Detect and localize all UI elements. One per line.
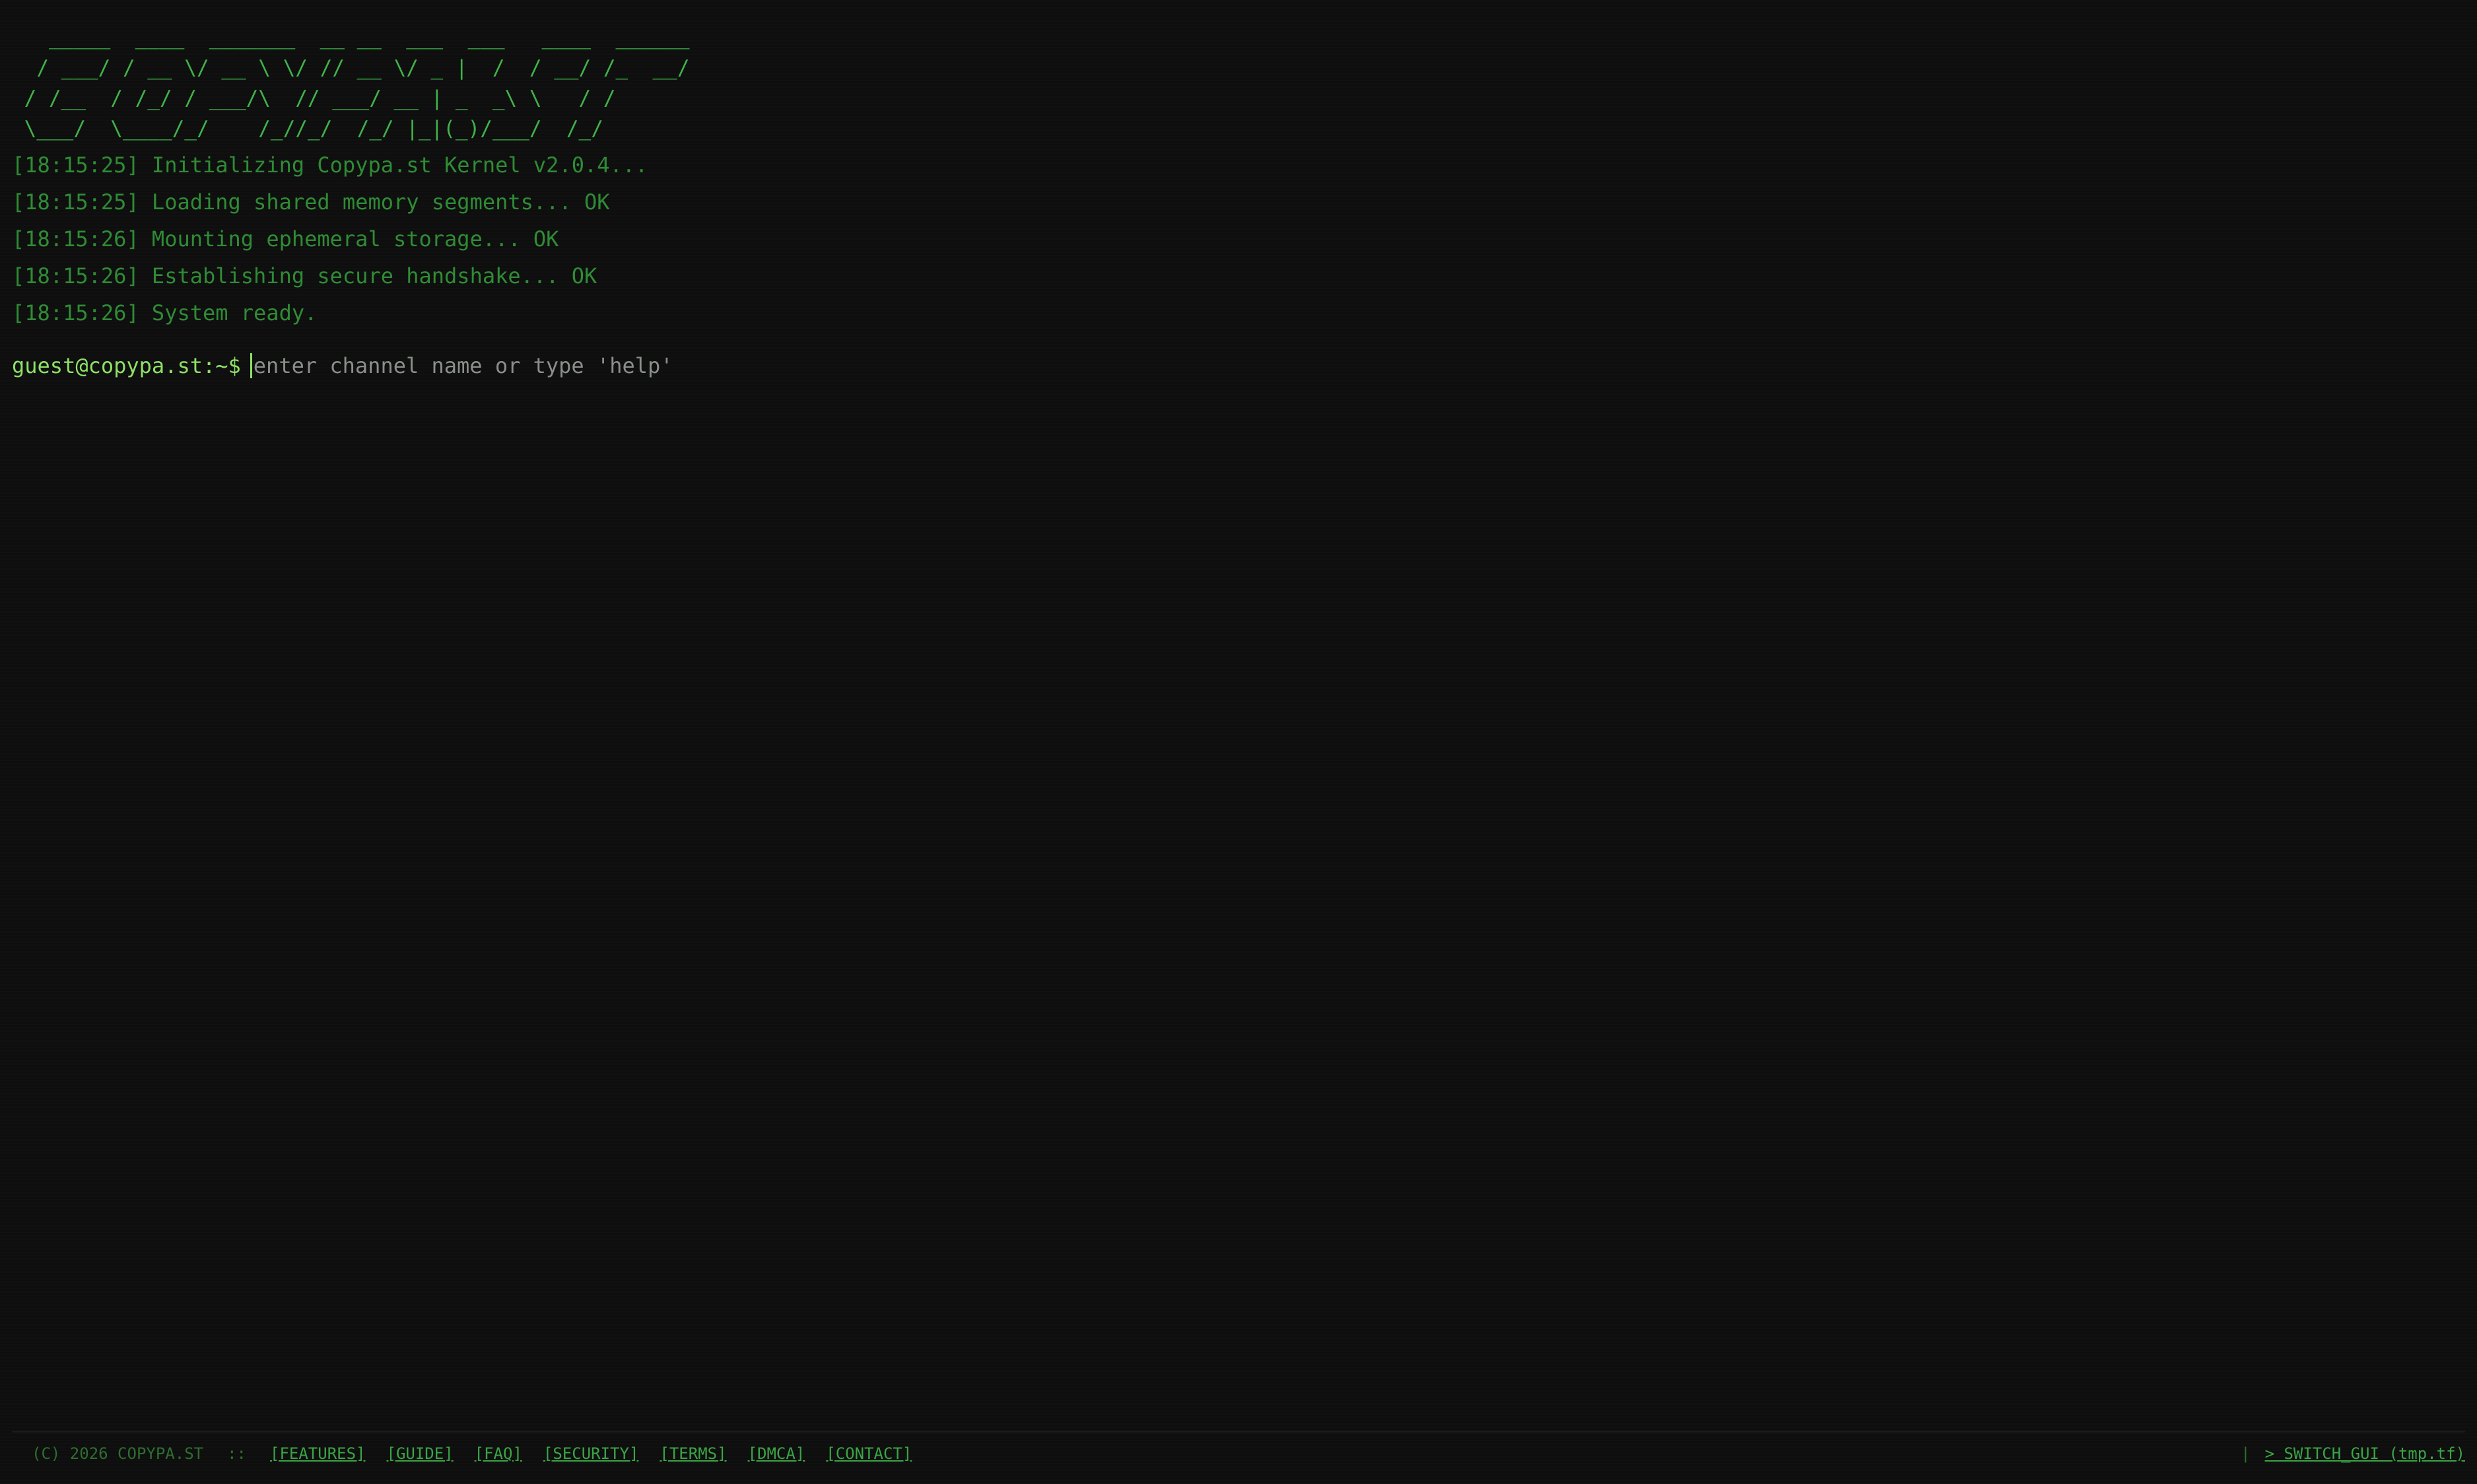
log-line: [18:15:26] Establishing secure handshake… <box>12 263 597 288</box>
boot-log: [18:15:25] Initializing Copypa.st Kernel… <box>12 147 648 331</box>
log-line: [18:15:25] Initializing Copypa.st Kernel… <box>12 152 648 178</box>
log-line: [18:15:26] Mounting ephemeral storage...… <box>12 226 559 252</box>
switch-gui-link[interactable]: > SWITCH_GUI (tmp.tf) <box>2265 1444 2465 1463</box>
footer-separator: :: <box>227 1444 246 1463</box>
terminal-screen: _____ ____ _______ __ __ ___ ___ ____ __… <box>0 0 2477 1484</box>
footer-link-features[interactable]: [FEATURES] <box>270 1444 366 1463</box>
footer-link-guide[interactable]: [GUIDE] <box>387 1444 454 1463</box>
ascii-logo-banner: _____ ____ _______ __ __ ___ ___ ____ __… <box>24 26 690 141</box>
footer-pipe-divider: | <box>2241 1444 2251 1463</box>
copyright-text: (C) 2026 COPYPA.ST <box>32 1444 204 1463</box>
text-cursor <box>250 353 252 378</box>
footer-link-security[interactable]: [SECURITY] <box>543 1444 639 1463</box>
command-prompt-row: guest@copypa.st:~$ <box>12 347 1178 384</box>
shell-prompt-label: guest@copypa.st:~$ <box>12 353 241 378</box>
command-input[interactable] <box>253 353 1178 378</box>
log-line: [18:15:25] Loading shared memory segment… <box>12 189 610 215</box>
footer-bar: (C) 2026 COPYPA.ST :: [FEATURES] [GUIDE]… <box>12 1431 2465 1475</box>
footer-link-terms[interactable]: [TERMS] <box>660 1444 726 1463</box>
footer-link-faq[interactable]: [FAQ] <box>475 1444 522 1463</box>
log-line: [18:15:26] System ready. <box>12 300 318 325</box>
footer-link-dmca[interactable]: [DMCA] <box>748 1444 805 1463</box>
footer-link-contact[interactable]: [CONTACT] <box>826 1444 912 1463</box>
footer-right-group: | > SWITCH_GUI (tmp.tf) <box>2241 1444 2465 1463</box>
